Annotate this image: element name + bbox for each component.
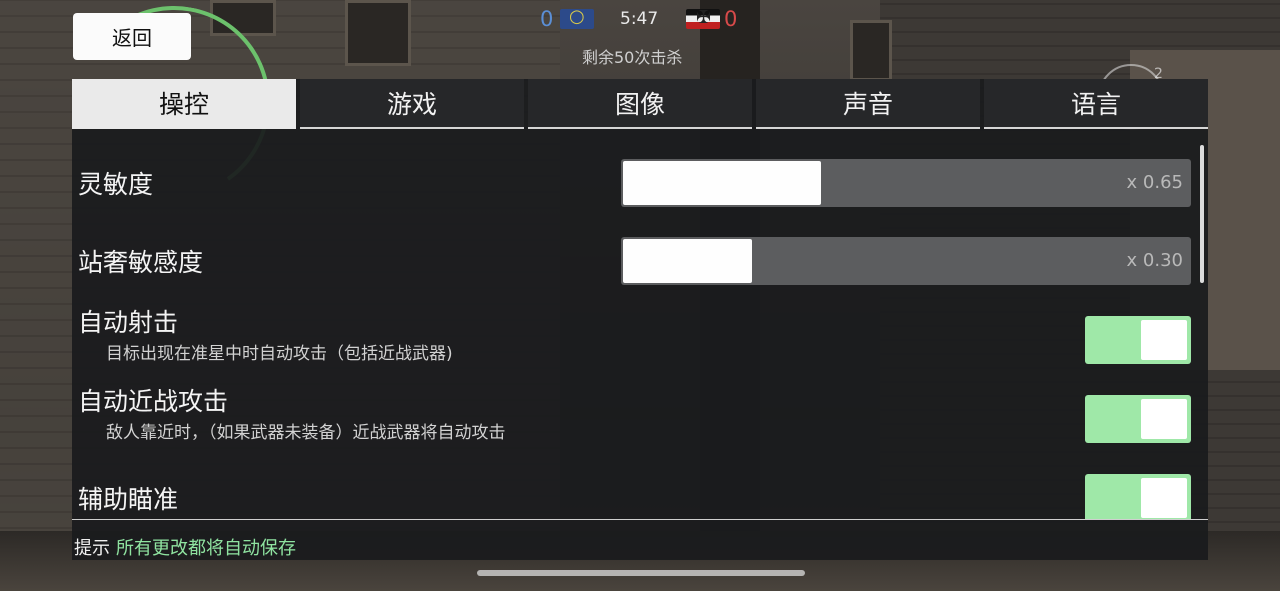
- home-indicator[interactable]: [477, 570, 805, 576]
- toggle-knob: [1141, 399, 1187, 439]
- settings-panel: 操控 游戏 图像 声音 语言 灵敏度 x 0.65 站奢敏感度 x 0.30 自…: [72, 79, 1208, 560]
- slider-value: x 0.65: [1126, 172, 1183, 193]
- tab-controls[interactable]: 操控: [72, 79, 296, 129]
- settings-list: 灵敏度 x 0.65 站奢敏感度 x 0.30 自动射击 目标出现在准星中时自动…: [72, 135, 1208, 519]
- auto-fire-label: 自动射击: [78, 308, 179, 337]
- aim-sensitivity-slider[interactable]: x 0.30: [621, 237, 1191, 285]
- aim-sensitivity-label: 站奢敏感度: [78, 248, 204, 277]
- score-left: 0: [540, 7, 554, 31]
- score-right: 0: [724, 7, 738, 31]
- auto-fire-toggle[interactable]: [1085, 316, 1191, 364]
- tab-game[interactable]: 游戏: [300, 79, 524, 129]
- slider-value: x 0.30: [1126, 250, 1183, 271]
- back-button[interactable]: 返回: [73, 13, 191, 60]
- slider-fill: [623, 161, 821, 205]
- hint-message: 所有更改都将自动保存: [116, 538, 296, 559]
- tab-sound[interactable]: 声音: [756, 79, 980, 129]
- sensitivity-label: 灵敏度: [78, 170, 154, 199]
- divider: [72, 519, 1208, 520]
- match-timer: 5:47: [620, 9, 659, 29]
- hint-prefix: 提示: [74, 538, 110, 559]
- toggle-knob: [1141, 478, 1187, 518]
- scrollbar[interactable]: [1200, 145, 1204, 283]
- aim-assist-toggle[interactable]: [1085, 474, 1191, 519]
- slider-fill: [623, 239, 753, 283]
- auto-melee-toggle[interactable]: [1085, 395, 1191, 443]
- auto-melee-label: 自动近战攻击: [78, 387, 229, 416]
- autosave-hint: 提示 所有更改都将自动保存: [74, 534, 296, 560]
- remaining-kills: 剩余50次击杀: [582, 48, 683, 67]
- german-flag-icon: [686, 7, 720, 29]
- tab-graphics[interactable]: 图像: [528, 79, 752, 129]
- tab-language[interactable]: 语言: [984, 79, 1208, 129]
- toggle-knob: [1141, 320, 1187, 360]
- settings-tabs: 操控 游戏 图像 声音 语言: [72, 79, 1208, 129]
- auto-fire-description: 目标出现在准星中时自动攻击（包括近战武器): [106, 344, 453, 364]
- aim-assist-label: 辅助瞄准: [78, 485, 179, 514]
- sensitivity-slider[interactable]: x 0.65: [621, 159, 1191, 207]
- eu-flag-icon: [560, 6, 594, 29]
- auto-melee-description: 敌人靠近时，（如果武器未装备）近战武器将自动攻击: [106, 423, 506, 443]
